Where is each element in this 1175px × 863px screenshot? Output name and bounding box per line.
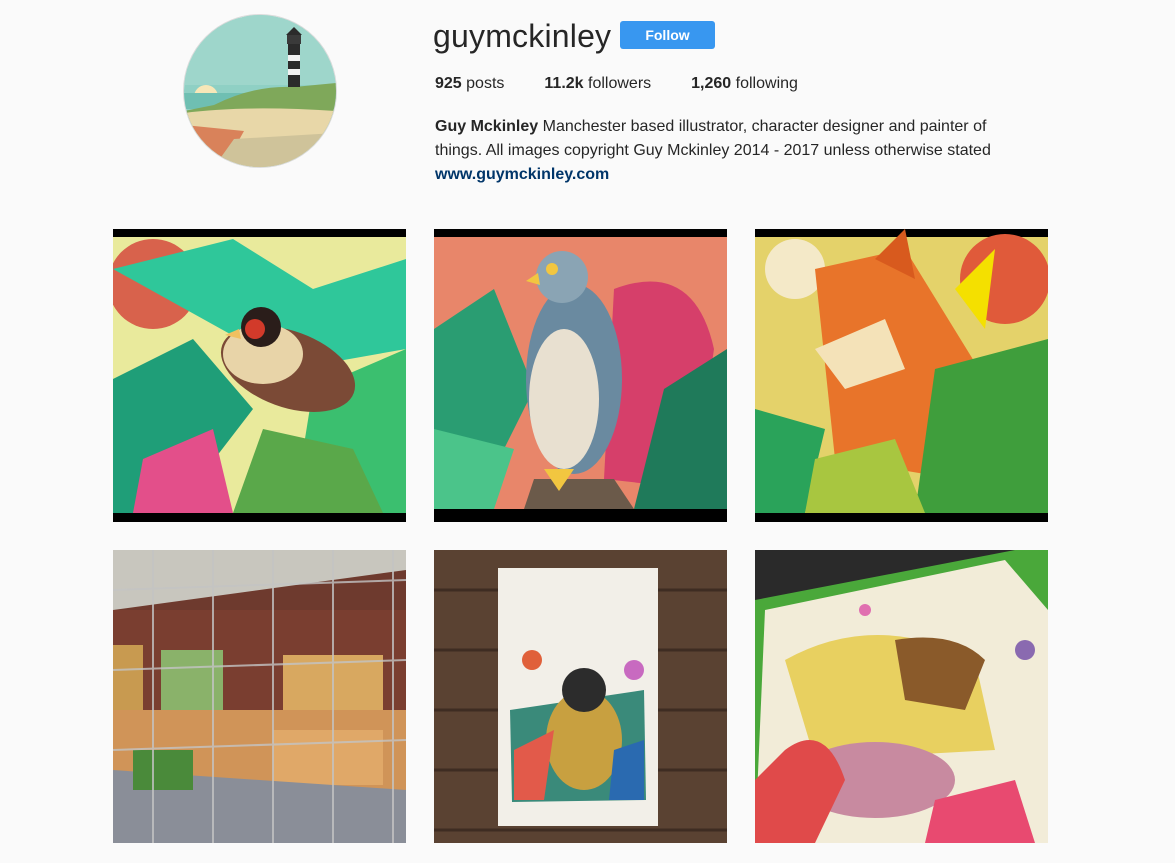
post-thumbnail-falcon[interactable] <box>434 229 727 522</box>
print-closeup-icon <box>755 550 1048 843</box>
followers-stat[interactable]: 11.2k followers <box>544 74 651 94</box>
post-thumbnail-fence-photo[interactable] <box>113 550 406 843</box>
print-photo-icon <box>434 550 727 843</box>
post-thumbnail-print-closeup[interactable] <box>755 550 1048 843</box>
lighthouse-avatar-icon <box>184 15 336 167</box>
following-label: following <box>735 75 798 92</box>
profile-username: guymckinley <box>433 18 612 54</box>
post-thumbnail-finch[interactable] <box>113 229 406 522</box>
profile-stats: 925 posts 11.2k followers 1,260 followin… <box>435 74 838 94</box>
post-thumbnail-print-photo[interactable] <box>434 550 727 843</box>
fox-illustration-icon <box>755 229 1048 522</box>
falcon-illustration-icon <box>434 229 727 522</box>
post-thumbnail-fox[interactable] <box>755 229 1048 522</box>
posts-label: posts <box>466 75 505 92</box>
posts-stat: 925 posts <box>435 74 504 94</box>
posts-count: 925 <box>435 75 462 92</box>
profile-avatar[interactable] <box>183 14 337 168</box>
follow-button[interactable]: Follow <box>620 21 715 49</box>
following-count: 1,260 <box>691 75 732 92</box>
posts-grid <box>113 229 1048 863</box>
fence-photo-icon <box>113 550 406 843</box>
finch-illustration-icon <box>113 229 406 522</box>
followers-count: 11.2k <box>544 75 584 92</box>
profile-bio: Guy Mckinley Manchester based illustrato… <box>435 115 1035 187</box>
followers-label: followers <box>588 75 652 92</box>
website-link[interactable]: www.guymckinley.com <box>435 166 609 183</box>
profile-full-name: Guy Mckinley <box>435 118 539 135</box>
following-stat[interactable]: 1,260 following <box>691 74 798 94</box>
